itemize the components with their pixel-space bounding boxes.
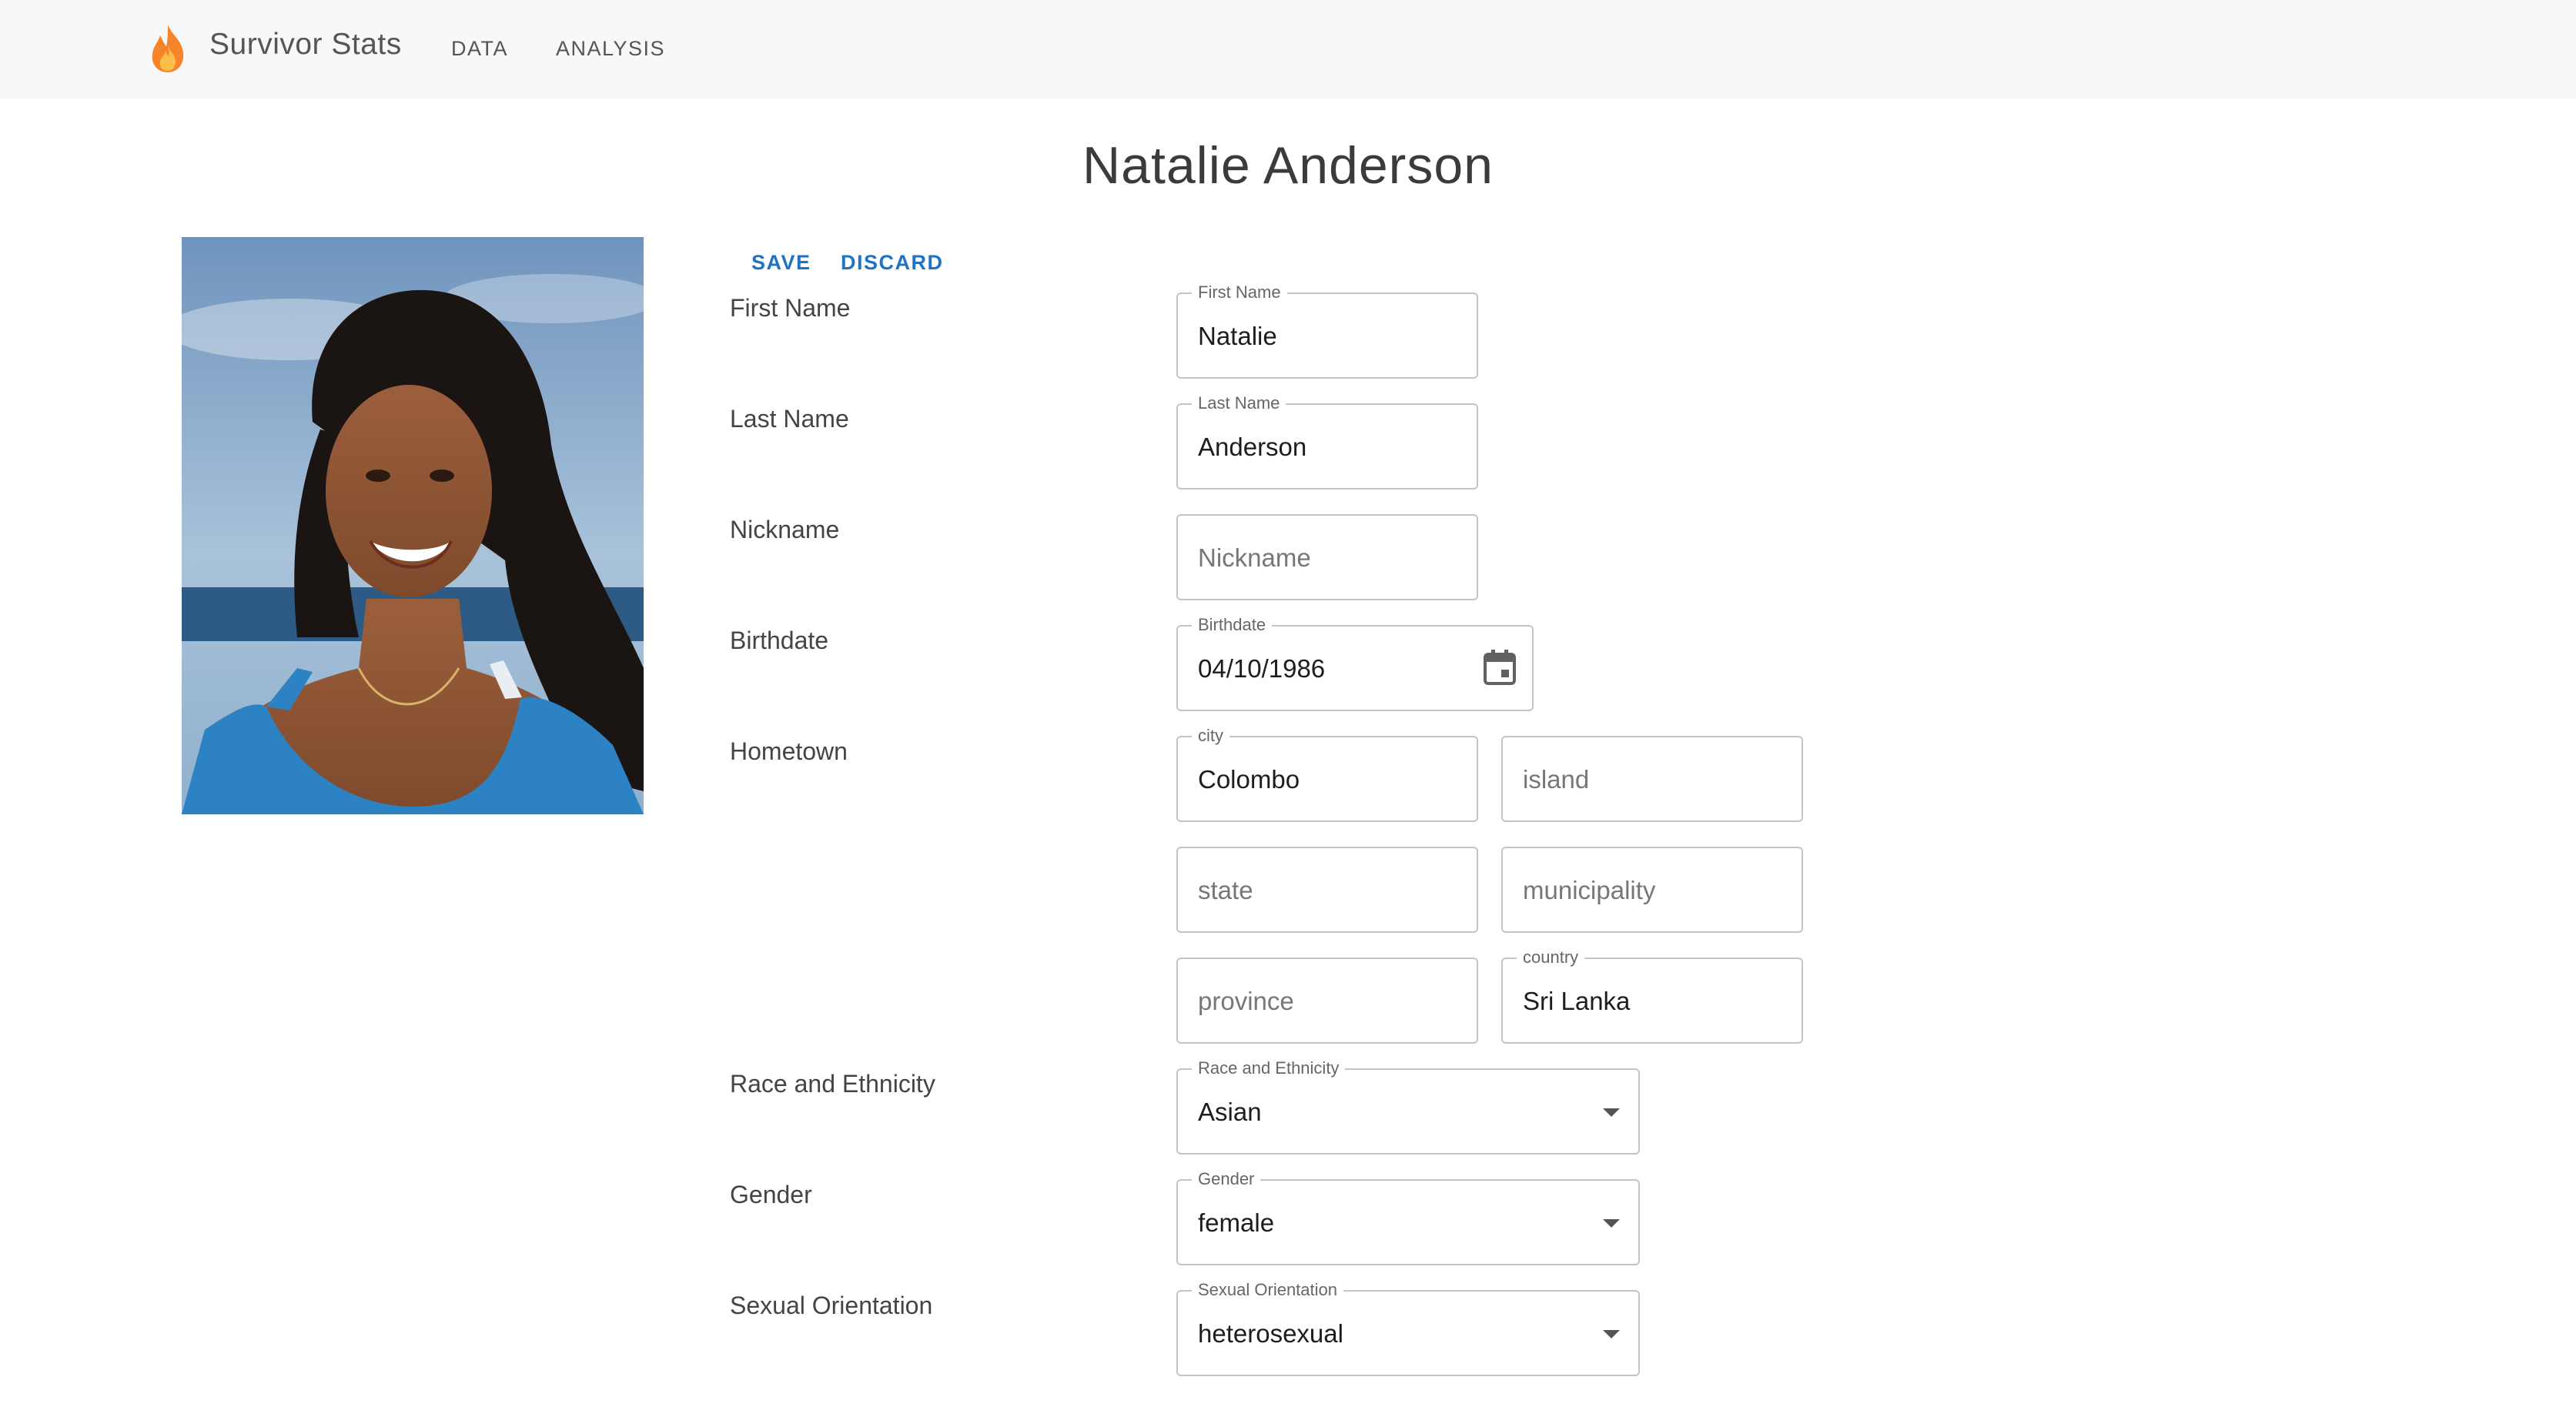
race-ethnicity-value[interactable]: Asian (1198, 1098, 1262, 1127)
dropdown-arrow-icon[interactable] (1603, 1219, 1620, 1228)
country-field[interactable]: country Sri Lanka (1501, 947, 1803, 1044)
sexual-orientation-select[interactable]: Sexual Orientation heterosexual (1176, 1279, 1640, 1376)
city-value[interactable]: Colombo (1198, 765, 1300, 794)
birthdate-field[interactable]: Birthdate 04/10/1986 (1176, 614, 1534, 711)
nav-data-link[interactable]: DATA (451, 37, 508, 61)
nickname-label: Nickname (730, 516, 840, 543)
island-placeholder[interactable]: island (1523, 765, 1589, 794)
municipality-placeholder[interactable]: municipality (1523, 876, 1655, 905)
save-button[interactable]: SAVE (751, 251, 811, 275)
sexual-orientation-label: Sexual Orientation (730, 1292, 933, 1319)
birthdate-label: Birthdate (730, 627, 829, 654)
dropdown-arrow-icon[interactable] (1603, 1330, 1620, 1338)
city-legend: city (1192, 725, 1229, 747)
last-name-field[interactable]: Last Name Anderson (1176, 393, 1478, 490)
flame-icon (152, 25, 184, 72)
nickname-field[interactable]: Nickname (1176, 514, 1478, 600)
top-app-bar: Survivor Stats DATA ANALYSIS (0, 0, 2576, 99)
country-legend: country (1517, 947, 1585, 968)
state-placeholder[interactable]: state (1198, 876, 1253, 905)
island-field[interactable]: island (1501, 736, 1803, 822)
page-title: Natalie Anderson (1082, 136, 1494, 195)
last-name-value[interactable]: Anderson (1198, 433, 1306, 462)
first-name-value[interactable]: Natalie (1198, 322, 1277, 351)
race-ethnicity-legend: Race and Ethnicity (1192, 1058, 1346, 1079)
last-name-legend: Last Name (1192, 393, 1286, 414)
app-title[interactable]: Survivor Stats (209, 28, 402, 62)
city-field[interactable]: city Colombo (1176, 725, 1478, 822)
birthdate-legend: Birthdate (1192, 614, 1273, 636)
sexual-orientation-legend: Sexual Orientation (1192, 1279, 1343, 1301)
race-ethnicity-select[interactable]: Race and Ethnicity Asian (1176, 1058, 1640, 1155)
first-name-label: First Name (730, 294, 851, 322)
dropdown-arrow-icon[interactable] (1603, 1108, 1620, 1117)
sexual-orientation-value[interactable]: heterosexual (1198, 1319, 1343, 1349)
birthdate-value[interactable]: 04/10/1986 (1198, 654, 1325, 683)
gender-legend: Gender (1192, 1168, 1261, 1190)
province-placeholder[interactable]: province (1198, 987, 1294, 1016)
calendar-icon[interactable] (1483, 648, 1517, 687)
last-name-label: Last Name (730, 405, 849, 433)
country-value[interactable]: Sri Lanka (1523, 987, 1630, 1016)
first-name-legend: First Name (1192, 282, 1287, 303)
gender-select[interactable]: Gender female (1176, 1168, 1640, 1265)
hometown-label: Hometown (730, 737, 848, 765)
race-ethnicity-label: Race and Ethnicity (730, 1070, 935, 1098)
first-name-field[interactable]: First Name Natalie (1176, 282, 1478, 379)
gender-value[interactable]: female (1198, 1208, 1274, 1238)
municipality-field[interactable]: municipality (1501, 847, 1803, 933)
contestant-photo (182, 237, 644, 814)
gender-label: Gender (730, 1181, 812, 1208)
nickname-placeholder[interactable]: Nickname (1198, 543, 1311, 573)
state-field[interactable]: state (1176, 847, 1478, 933)
nav-analysis-link[interactable]: ANALYSIS (556, 37, 665, 61)
province-field[interactable]: province (1176, 957, 1478, 1044)
discard-button[interactable]: DISCARD (841, 251, 944, 275)
